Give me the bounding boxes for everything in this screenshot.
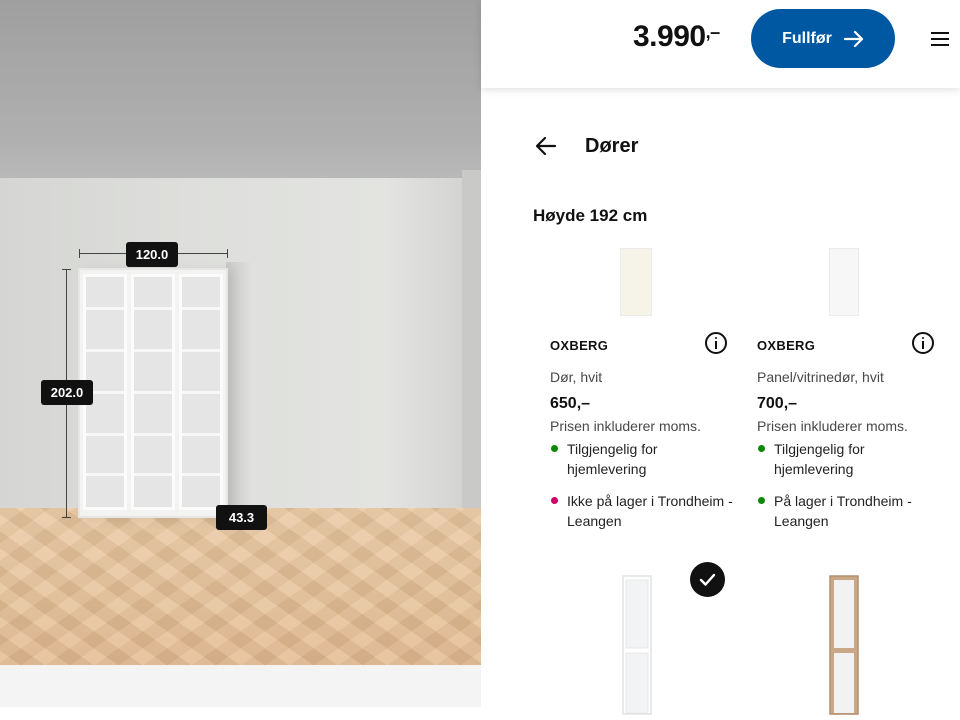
3d-viewport[interactable]: 120.0 202.0 43.3 xyxy=(0,0,481,707)
info-icon[interactable] xyxy=(912,332,934,354)
height-label: 202.0 xyxy=(41,380,93,405)
top-bar: 3.990,– Fullfør xyxy=(481,0,960,88)
product-image[interactable] xyxy=(620,248,652,316)
delivery-status: Tilgjengelig for hjemlevering xyxy=(550,439,740,479)
store-stock-status: På lager i Trondheim - Leangen xyxy=(757,491,947,531)
section-title: Dører xyxy=(585,135,639,157)
glass-door-image xyxy=(622,575,652,715)
arrow-right-icon xyxy=(843,30,863,47)
total-price: 3.990,– xyxy=(633,20,721,53)
oak-glass-door-image xyxy=(829,575,859,715)
selected-badge[interactable] xyxy=(690,562,725,597)
cabinet-shadow xyxy=(226,262,252,512)
cabinet-door-right[interactable] xyxy=(179,274,223,510)
checkmark-icon xyxy=(699,573,716,586)
product-image[interactable] xyxy=(622,575,652,715)
configurator-panel: 3.990,– Fullfør Dører Høyde 192 cm OXBER… xyxy=(481,0,960,715)
product-name: OXBERG xyxy=(550,338,609,353)
height-subheading: Høyde 192 cm xyxy=(533,206,648,225)
delivery-status: Tilgjengelig for hjemlevering xyxy=(757,439,947,479)
product-price: 700,– xyxy=(757,395,798,412)
finish-button-label: Fullfør xyxy=(782,29,832,47)
product-image[interactable] xyxy=(829,248,859,316)
product-name: OXBERG xyxy=(757,338,816,353)
status-dot-available xyxy=(758,445,765,452)
side-wall xyxy=(462,170,481,530)
price-suffix: ,– xyxy=(705,22,721,42)
store-stock-status: Ikke på lager i Trondheim - Leangen xyxy=(550,491,740,531)
bookcase-model[interactable] xyxy=(78,268,228,518)
status-dot-available xyxy=(551,445,558,452)
product-image[interactable] xyxy=(829,575,859,715)
product-description: Dør, hvit xyxy=(550,369,603,385)
width-label: 120.0 xyxy=(126,242,178,267)
vat-note: Prisen inkluderer moms. xyxy=(550,418,701,434)
product-description: Panel/vitrinedør, hvit xyxy=(757,369,884,385)
arrow-left-icon[interactable] xyxy=(535,135,557,157)
vat-note: Prisen inkluderer moms. xyxy=(757,418,908,434)
finish-button[interactable]: Fullfør xyxy=(751,9,895,68)
floor xyxy=(0,508,481,668)
floor-edge xyxy=(0,665,481,707)
hamburger-menu-icon[interactable] xyxy=(931,30,951,48)
status-dot-available xyxy=(758,497,765,504)
status-dot-unavailable xyxy=(551,497,558,504)
cabinet-door-middle[interactable] xyxy=(131,274,175,510)
product-price: 650,– xyxy=(550,395,591,412)
info-icon[interactable] xyxy=(705,332,727,354)
depth-label: 43.3 xyxy=(216,505,267,530)
